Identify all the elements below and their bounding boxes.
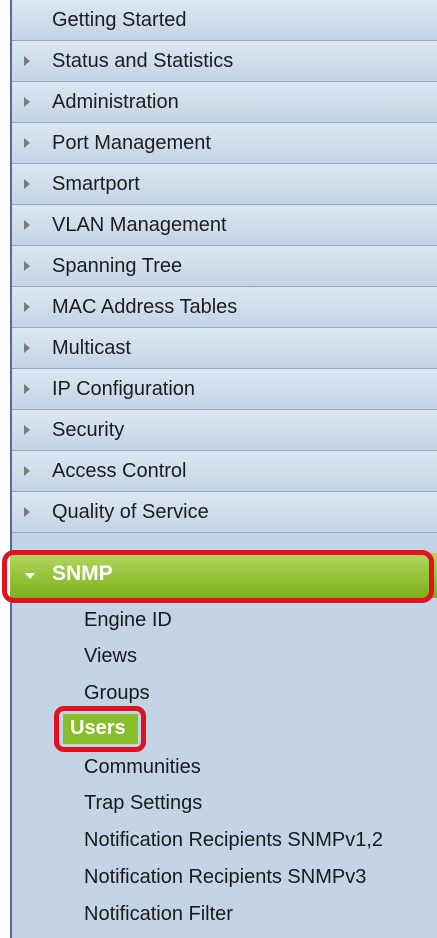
nav-item-label: Port Management (52, 132, 211, 154)
nav-item-security[interactable]: Security (12, 410, 437, 451)
nav-item-smartport[interactable]: Smartport (12, 164, 437, 205)
expand-arrow-icon (24, 261, 30, 271)
expand-arrow-icon (24, 466, 30, 476)
nav-item-mac-address-tables[interactable]: MAC Address Tables (12, 287, 437, 328)
nav-item-snmp[interactable]: SNMP (10, 553, 437, 598)
nav-item-multicast[interactable]: Multicast (12, 328, 437, 369)
navigation-sidebar: Getting Started Status and Statistics Ad… (10, 0, 437, 938)
nav-item-label: VLAN Management (52, 214, 227, 236)
expand-arrow-icon (24, 56, 30, 66)
expand-arrow-icon (24, 138, 30, 148)
nav-item-label: Spanning Tree (52, 255, 183, 277)
nav-item-spanning-tree[interactable]: Spanning Tree (12, 246, 437, 287)
nav-item-label: Getting Started (52, 9, 187, 31)
expand-arrow-icon (24, 220, 30, 230)
snmp-subitem-notification-filter[interactable]: Notification Filter (84, 903, 233, 926)
expand-arrow-icon (24, 302, 30, 312)
snmp-subitem-groups[interactable]: Groups (84, 682, 150, 705)
nav-item-label: Status and Statistics (52, 50, 234, 72)
expand-arrow-icon (24, 425, 30, 435)
snmp-subitem-communities[interactable]: Communities (84, 756, 201, 779)
snmp-subitem-trap-settings[interactable]: Trap Settings (84, 792, 202, 815)
nav-item-label: Access Control (52, 460, 187, 482)
nav-item-label: Security (52, 419, 125, 441)
nav-item-label: Smartport (52, 173, 140, 195)
nav-item-administration[interactable]: Administration (12, 82, 437, 123)
nav-item-ip-configuration[interactable]: IP Configuration (12, 369, 437, 410)
nav-item-label: Administration (52, 91, 179, 113)
nav-item-label: MAC Address Tables (52, 296, 238, 318)
expand-arrow-icon (24, 343, 30, 353)
nav-item-getting-started[interactable]: Getting Started (12, 0, 437, 41)
snmp-subitem-notification-recipients-v12[interactable]: Notification Recipients SNMPv1,2 (84, 829, 383, 852)
snmp-subitem-users-label: Users (70, 717, 126, 739)
nav-item-label: Multicast (52, 337, 131, 359)
nav-item-snmp-label: SNMP (52, 562, 113, 585)
collapse-arrow-icon (25, 573, 35, 579)
expand-arrow-icon (24, 179, 30, 189)
expand-arrow-icon (24, 507, 30, 517)
nav-item-access-control[interactable]: Access Control (12, 451, 437, 492)
nav-item-status-and-statistics[interactable]: Status and Statistics (12, 41, 437, 82)
nav-item-quality-of-service[interactable]: Quality of Service (12, 492, 437, 533)
snmp-subitem-engine-id[interactable]: Engine ID (84, 609, 172, 632)
expand-arrow-icon (24, 97, 30, 107)
snmp-subitem-views[interactable]: Views (84, 645, 137, 668)
nav-item-vlan-management[interactable]: VLAN Management (12, 205, 437, 246)
nav-item-label: Quality of Service (52, 501, 209, 523)
nav-item-port-management[interactable]: Port Management (12, 123, 437, 164)
snmp-subitem-notification-recipients-v3[interactable]: Notification Recipients SNMPv3 (84, 866, 366, 889)
nav-item-label: IP Configuration (52, 378, 196, 400)
expand-arrow-icon (24, 384, 30, 394)
snmp-subitem-users[interactable]: Users (63, 714, 138, 744)
